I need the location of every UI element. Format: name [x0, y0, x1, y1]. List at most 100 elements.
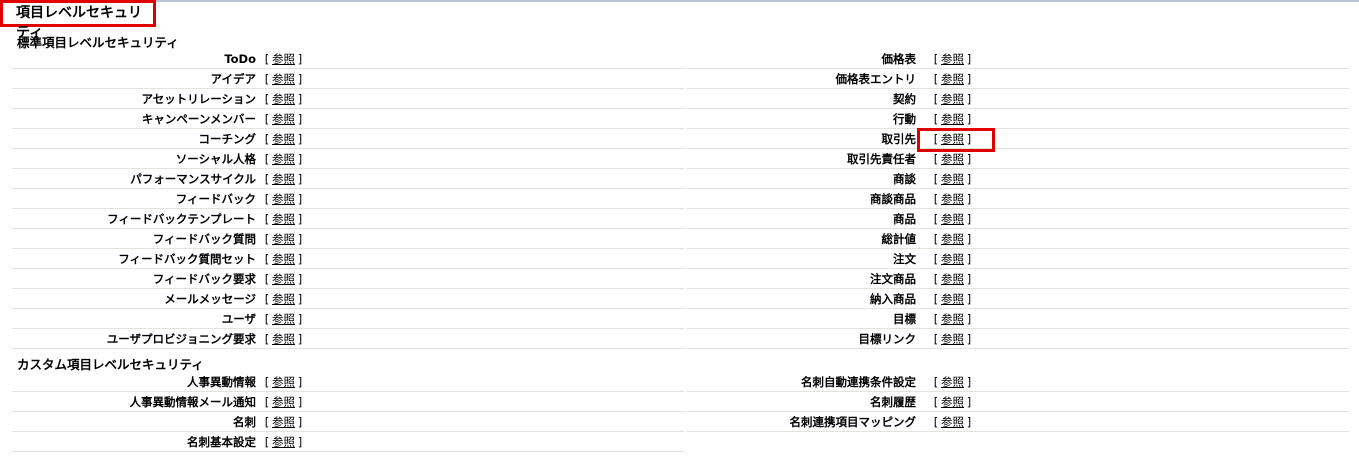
field-security-row: 名刺基本設定 [参照]	[12, 432, 684, 452]
view-link-wrapper: [参照]	[931, 72, 974, 86]
bracket-open: [	[933, 152, 939, 166]
bracket-close: ]	[297, 132, 303, 146]
view-link[interactable]: 参照	[272, 112, 295, 126]
view-link[interactable]: 参照	[272, 172, 295, 186]
view-link[interactable]: 参照	[272, 292, 295, 306]
view-link[interactable]: 参照	[941, 395, 964, 409]
field-security-row: 目標リンク [参照]	[686, 329, 1349, 349]
view-link[interactable]: 参照	[941, 52, 964, 66]
object-name: 契約	[893, 92, 916, 106]
view-link-wrapper: [参照]	[262, 395, 305, 409]
view-link[interactable]: 参照	[941, 415, 964, 429]
bracket-open: [	[264, 312, 270, 326]
view-link[interactable]: 参照	[272, 435, 295, 449]
view-link[interactable]: 参照	[272, 212, 295, 226]
view-link-wrapper: [参照]	[931, 332, 974, 346]
view-link[interactable]: 参照	[272, 332, 295, 346]
field-security-row: コーチング [参照]	[12, 129, 684, 149]
object-name: 取引先	[881, 132, 917, 146]
view-link[interactable]: 参照	[941, 232, 964, 246]
view-link[interactable]: 参照	[941, 252, 964, 266]
view-link[interactable]: 参照	[272, 72, 295, 86]
view-link-wrapper: [参照]	[931, 292, 974, 306]
view-link[interactable]: 参照	[272, 92, 295, 106]
view-link-wrapper: [参照]	[931, 52, 974, 66]
view-link-wrapper: [参照]	[931, 252, 974, 266]
view-link-wrapper: [参照]	[931, 415, 974, 429]
view-link[interactable]: 参照	[941, 332, 964, 346]
view-link[interactable]: 参照	[941, 112, 964, 126]
bracket-close: ]	[966, 172, 972, 186]
view-link[interactable]: 参照	[941, 172, 964, 186]
view-link-wrapper: [参照]	[262, 212, 305, 226]
bracket-open: [	[933, 212, 939, 226]
view-link[interactable]: 参照	[941, 272, 964, 286]
bracket-open: [	[933, 52, 939, 66]
view-link[interactable]: 参照	[272, 395, 295, 409]
view-link[interactable]: 参照	[272, 375, 295, 389]
view-link-wrapper: [参照]	[931, 395, 974, 409]
view-link[interactable]: 参照	[272, 312, 295, 326]
object-name: フィードバック質問セット	[118, 252, 256, 266]
row-separator	[686, 431, 1349, 432]
field-security-row: 商談 [参照]	[686, 169, 1349, 189]
object-name: パフォーマンスサイクル	[130, 172, 256, 186]
bracket-open: [	[264, 332, 270, 346]
field-security-row: 名刺連携項目マッピング [参照]	[686, 412, 1349, 432]
bracket-open: [	[264, 192, 270, 206]
bracket-close: ]	[297, 192, 303, 206]
bracket-close: ]	[966, 292, 972, 306]
object-name: フィードバック	[175, 192, 256, 206]
field-security-row: フィードバック [参照]	[12, 189, 684, 209]
view-link-wrapper: [参照]	[931, 375, 974, 389]
view-link[interactable]: 参照	[272, 232, 295, 246]
field-security-row: 人事異動情報メール通知 [参照]	[12, 392, 684, 412]
view-link[interactable]: 参照	[272, 252, 295, 266]
view-link-wrapper: [参照]	[262, 72, 305, 86]
field-security-row: アイデア [参照]	[12, 69, 684, 89]
bracket-close: ]	[297, 292, 303, 306]
bracket-close: ]	[966, 212, 972, 226]
view-link[interactable]: 参照	[272, 192, 295, 206]
object-name: 商談	[893, 172, 916, 186]
bracket-open: [	[933, 72, 939, 86]
view-link[interactable]: 参照	[941, 375, 964, 389]
view-link-wrapper: [参照]	[931, 152, 974, 166]
view-link[interactable]: 参照	[272, 152, 295, 166]
bracket-open: [	[264, 375, 270, 389]
bracket-open: [	[264, 132, 270, 146]
bracket-open: [	[264, 252, 270, 266]
object-name: 注文商品	[870, 272, 916, 286]
view-link[interactable]: 参照	[272, 52, 295, 66]
bracket-close: ]	[297, 112, 303, 126]
object-name: フィードバック要求	[152, 272, 256, 286]
section-title-custom: カスタム項目レベルセキュリティ	[17, 357, 204, 372]
object-name: メールメッセージ	[164, 292, 256, 306]
view-link[interactable]: 参照	[272, 415, 295, 429]
view-link[interactable]: 参照	[272, 132, 295, 146]
field-security-row: 取引先[参照]	[686, 129, 1349, 149]
bracket-open: [	[264, 395, 270, 409]
view-link[interactable]: 参照	[941, 192, 964, 206]
bracket-open: [	[264, 152, 270, 166]
view-link[interactable]: 参照	[941, 312, 964, 326]
view-link[interactable]: 参照	[941, 152, 964, 166]
field-security-row: パフォーマンスサイクル [参照]	[12, 169, 684, 189]
view-link[interactable]: 参照	[941, 72, 964, 86]
row-separator	[12, 348, 684, 349]
bracket-close: ]	[966, 52, 972, 66]
field-security-row: フィードバック質問セット [参照]	[12, 249, 684, 269]
object-name: キャンペーンメンバー	[141, 112, 256, 126]
view-link[interactable]: 参照	[272, 272, 295, 286]
field-security-row: 名刺履歴 [参照]	[686, 392, 1349, 412]
object-name: 総計値	[881, 232, 917, 246]
view-link-wrapper: [参照]	[262, 272, 305, 286]
view-link[interactable]: 参照	[941, 292, 964, 306]
view-link[interactable]: 参照	[941, 212, 964, 226]
view-link-wrapper: [参照]	[262, 312, 305, 326]
bracket-open: [	[933, 415, 939, 429]
view-link[interactable]: 参照	[941, 92, 964, 106]
bracket-open: [	[933, 92, 939, 106]
object-name: 納入商品	[870, 292, 916, 306]
object-name: フィードバック質問	[152, 232, 256, 246]
